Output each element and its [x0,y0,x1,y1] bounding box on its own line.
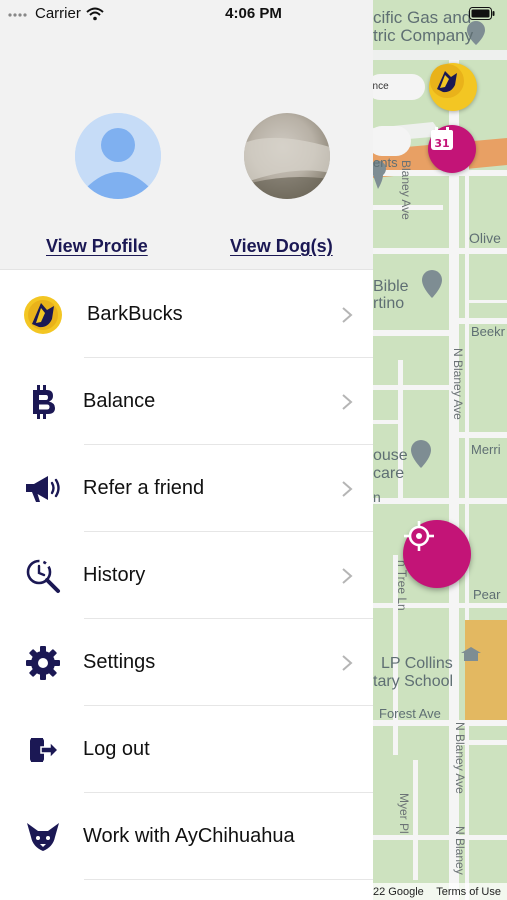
person-icon [75,113,161,199]
chevron-right-icon [342,306,353,323]
menu-item-balance[interactable]: Balance [0,358,373,445]
google-attribution: 22 Google [373,885,424,898]
chevron-right-icon [342,393,353,410]
street-label: N Blaney [453,826,467,875]
menu-item-label: Refer a friend [83,477,205,499]
street-label: Blaney Ave [399,160,413,220]
chevron-right-icon [342,654,353,671]
history-search-icon [22,555,64,597]
calendar-map-marker[interactable]: 31 [428,125,476,173]
map-label: n [373,489,381,505]
svg-text:31: 31 [434,137,449,150]
menu-item-label: History [83,564,146,586]
map-label: ents [373,155,398,170]
map-label: Beekr [471,324,505,339]
menu-item-label: Settings [83,651,156,673]
map-label: care [373,465,405,482]
megaphone-icon [22,468,64,510]
crosshair-icon [404,521,434,551]
dog-icon [430,64,464,98]
battery-icon [469,7,495,20]
map-label: Bible [373,278,409,295]
map-view[interactable]: cific Gas and tric Company ance k 31 ent… [373,0,507,900]
map-label: LP Collins [381,655,453,672]
menu-item-refer[interactable]: Refer a friend [0,445,373,532]
calendar-icon: 31 [431,127,453,150]
map-bubble: ance [373,74,425,100]
view-profile-link[interactable]: View Profile [46,236,148,257]
map-label: Merri [471,442,501,457]
street-label: N Blaney Ave [451,348,465,420]
map-label: Pear [473,587,501,602]
map-label: tric Company [373,26,474,45]
map-label: Olive [469,230,501,246]
side-drawer: View Profile View Dog(s) BarkBucks Balan… [0,0,373,900]
menu-item-logout[interactable]: Log out [0,706,373,793]
street-label: Myer Pl [397,793,411,834]
menu-item-label: Work with AyChihuahua [83,825,295,847]
user-avatar[interactable] [75,113,161,199]
menu-item-settings[interactable]: Settings [0,619,373,706]
dog-avatar[interactable] [244,113,330,199]
drawer-header: View Profile View Dog(s) [0,0,373,270]
menu-item-label: BarkBucks [87,303,183,325]
chevron-right-icon [342,480,353,497]
status-bar: Carrier 4:06 PM [0,0,507,28]
status-time: 4:06 PM [225,5,282,22]
dog-photo [244,137,330,199]
gear-icon [22,642,64,684]
map-label: Forest Ave [379,706,441,721]
menu-item-label: Balance [83,390,156,412]
menu-item-history[interactable]: History [0,532,373,619]
view-dogs-link[interactable]: View Dog(s) [230,236,333,257]
map-bubble: k [373,126,411,156]
map-label: ouse [373,447,408,464]
terms-of-use-link[interactable]: Terms of Use [436,886,501,898]
bitcoin-icon [22,381,64,423]
divider [84,879,373,880]
chihuahua-icon [22,816,64,858]
menu-item-label: Log out [83,738,150,760]
logout-icon [22,729,64,771]
barkbucks-map-marker[interactable] [429,63,477,111]
barkbucks-coin-icon [22,294,64,336]
map-label: tary School [373,673,454,690]
menu-item-barkbucks[interactable]: BarkBucks [0,271,373,358]
map-label: rtino [373,295,405,312]
menu-item-work-with-us[interactable]: Work with AyChihuahua [0,793,373,880]
locate-me-button[interactable] [403,520,471,588]
map-attribution: 22 Google Terms of Use [373,883,507,900]
chevron-right-icon [342,567,353,584]
street-label: N Blaney Ave [453,722,467,794]
